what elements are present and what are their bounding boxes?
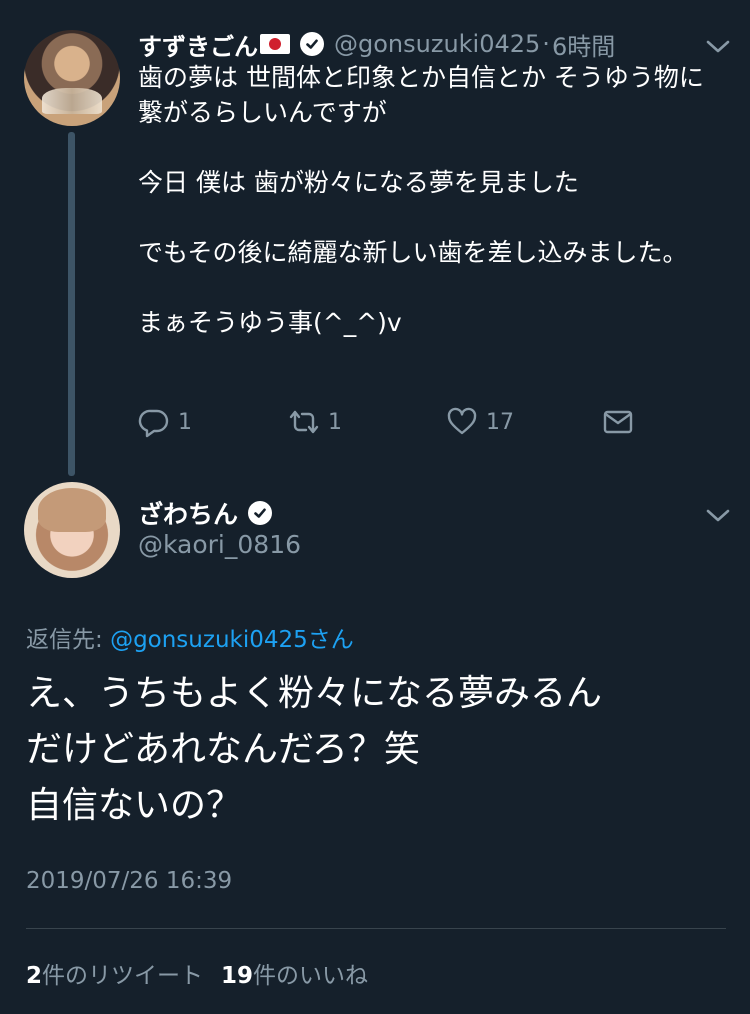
envelope-icon	[603, 410, 633, 434]
replying-to: 返信先: @gonsuzuki0425さん	[26, 620, 354, 654]
separator-dot: ·	[542, 30, 550, 58]
parent-tweet-header: すずきごん @gonsuzuki0425 · 6時間	[138, 26, 678, 62]
direct-message-button[interactable]	[602, 402, 642, 442]
reply-avatar[interactable]	[24, 482, 120, 578]
chevron-down-icon[interactable]	[704, 505, 732, 525]
reply-button[interactable]: 1	[138, 402, 192, 442]
parent-tweet-text: 歯の夢は 世間体と印象とか自信とか そうゆう物に繋がるらしいんですが 今日 僕は…	[138, 63, 704, 337]
reply-to-mention[interactable]: @gonsuzuki0425さん	[110, 627, 354, 653]
retweet-count: 1	[328, 409, 342, 435]
heart-icon	[447, 407, 477, 435]
reply-handle[interactable]: @kaori_0816	[138, 530, 301, 559]
parent-handle[interactable]: @gonsuzuki0425	[334, 30, 540, 58]
reply-icon	[138, 409, 169, 438]
tweet-stats: 2件のリツイート 19件のいいね	[26, 956, 368, 990]
japan-flag-icon	[260, 34, 290, 54]
retweets-stat[interactable]: 2件のリツイート	[26, 956, 203, 990]
likes-label: 件のいいね	[253, 963, 369, 989]
parent-time-ago[interactable]: 6時間	[552, 27, 615, 62]
likes-number: 19	[221, 963, 254, 989]
tweet-detail-page: すずきごん @gonsuzuki0425 · 6時間 歯の夢は 世間体と印象とか…	[0, 0, 750, 1014]
reply-to-label: 返信先:	[26, 627, 111, 653]
parent-avatar[interactable]	[24, 30, 120, 126]
parent-tweet-actions: 1 1 17	[138, 402, 658, 442]
reply-count: 1	[178, 409, 192, 435]
reply-tweet-text: え、うちもよく粉々になる夢みるん だけどあれなんだろ？笑 自信ないの？	[26, 673, 603, 826]
retweets-label: 件のリツイート	[42, 963, 204, 989]
retweet-icon	[289, 410, 319, 434]
divider	[26, 928, 726, 929]
verified-badge-icon	[300, 32, 324, 56]
like-button[interactable]: 17	[446, 402, 514, 442]
reply-timestamp[interactable]: 2019/07/26 16:39	[26, 868, 232, 894]
reply-display-name[interactable]: ざわちん	[138, 495, 238, 531]
verified-badge-icon	[248, 501, 273, 525]
retweets-number: 2	[26, 963, 43, 989]
chevron-down-icon[interactable]	[704, 36, 732, 56]
likes-stat[interactable]: 19件のいいね	[221, 956, 368, 990]
parent-display-name[interactable]: すずきごん	[138, 27, 258, 62]
like-count: 17	[486, 409, 514, 435]
retweet-button[interactable]: 1	[288, 402, 342, 442]
reply-author: ざわちん	[138, 496, 282, 530]
thread-line	[68, 132, 75, 476]
